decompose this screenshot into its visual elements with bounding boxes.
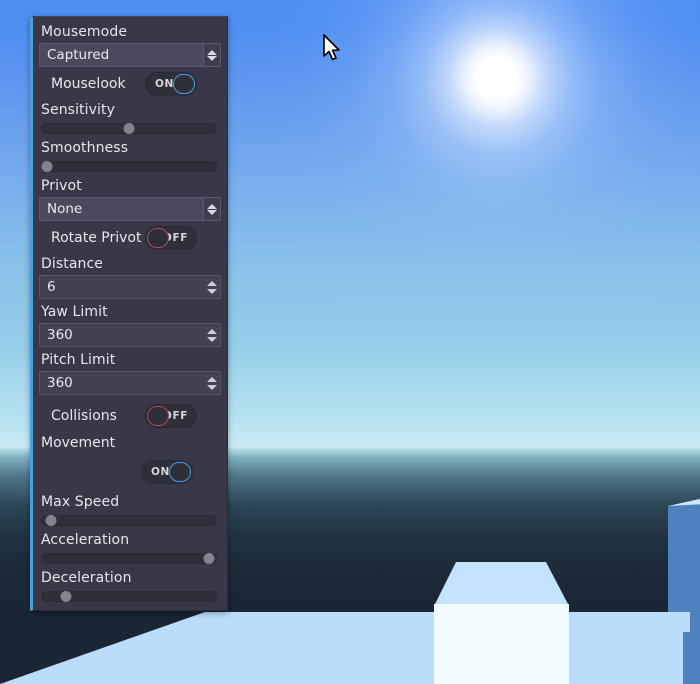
- chevron-up-icon: [207, 49, 217, 55]
- collisions-label: Collisions: [51, 408, 117, 424]
- chevron-up-icon[interactable]: [206, 280, 217, 286]
- collisions-toggle[interactable]: OFF: [145, 404, 197, 428]
- pitch-limit-row: Pitch Limit 360: [37, 349, 221, 395]
- yaw-limit-value[interactable]: 360: [40, 324, 203, 346]
- pitch-limit-value[interactable]: 360: [40, 372, 203, 394]
- distance-row: Distance 6: [37, 253, 221, 299]
- smoothness-label: Smoothness: [41, 140, 129, 156]
- collisions-row: Collisions OFF: [37, 401, 221, 431]
- chevron-down-icon[interactable]: [206, 288, 217, 294]
- updown-arrows-icon[interactable]: [203, 324, 220, 346]
- yaw-limit-field[interactable]: 360: [39, 323, 221, 347]
- distance-label: Distance: [41, 256, 104, 272]
- pitch-limit-label: Pitch Limit: [41, 352, 116, 368]
- smoothness-row: Smoothness: [37, 137, 221, 172]
- movement-toggle[interactable]: ON: [141, 460, 193, 484]
- acceleration-label: Acceleration: [41, 532, 130, 548]
- chevron-up-icon: [207, 203, 217, 209]
- mouselook-toggle[interactable]: ON: [145, 72, 197, 96]
- mouselook-row: Mouselook ON: [37, 69, 221, 99]
- camera-settings-panel[interactable]: Mousemode Captured Mouselook ON Sensitiv…: [30, 16, 228, 611]
- updown-arrows-icon[interactable]: [203, 44, 220, 66]
- privot-label: Privot: [41, 178, 82, 194]
- sensitivity-slider[interactable]: [41, 123, 217, 134]
- slider-handle[interactable]: [123, 123, 135, 134]
- chevron-down-icon[interactable]: [206, 336, 217, 342]
- privot-dropdown[interactable]: None: [39, 197, 221, 221]
- privot-row: Privot None: [37, 175, 221, 221]
- movement-section-header: Movement: [41, 435, 116, 451]
- updown-arrows-icon[interactable]: [203, 198, 220, 220]
- mousemode-row: Mousemode Captured: [37, 21, 221, 67]
- chevron-up-icon[interactable]: [206, 328, 217, 334]
- toggle-knob: [147, 228, 169, 248]
- chevron-down-icon: [207, 209, 217, 215]
- yaw-limit-row: Yaw Limit 360: [37, 301, 221, 347]
- max-speed-row: Max Speed: [37, 491, 221, 526]
- mousemode-label: Mousemode: [41, 24, 128, 40]
- cube-front-face: [434, 604, 569, 684]
- sensitivity-row: Sensitivity: [37, 99, 221, 134]
- sensitivity-label: Sensitivity: [41, 102, 115, 118]
- pitch-limit-field[interactable]: 360: [39, 371, 221, 395]
- rotate-privot-row: Rotate Privot OFF: [37, 223, 221, 253]
- cube-top-face: [434, 562, 569, 606]
- max-speed-label: Max Speed: [41, 494, 120, 510]
- distance-value[interactable]: 6: [40, 276, 203, 298]
- deceleration-label: Deceleration: [41, 570, 132, 586]
- slider-handle[interactable]: [45, 515, 57, 526]
- deceleration-slider[interactable]: [41, 591, 217, 602]
- max-speed-slider[interactable]: [41, 515, 217, 526]
- rotate-privot-label: Rotate Privot: [51, 230, 142, 246]
- chevron-down-icon: [207, 55, 217, 61]
- toggle-knob: [169, 462, 191, 482]
- toggle-knob: [173, 74, 195, 94]
- rotate-privot-toggle[interactable]: OFF: [145, 226, 197, 250]
- acceleration-slider[interactable]: [41, 553, 217, 564]
- slider-handle[interactable]: [203, 553, 215, 564]
- toggle-knob: [147, 406, 169, 426]
- slider-handle[interactable]: [41, 161, 53, 172]
- mouselook-state-text: ON: [155, 78, 174, 90]
- slider-handle[interactable]: [60, 591, 72, 602]
- chevron-down-icon[interactable]: [206, 384, 217, 390]
- chevron-up-icon[interactable]: [206, 376, 217, 382]
- movement-row: ON: [37, 453, 221, 491]
- yaw-limit-label: Yaw Limit: [41, 304, 108, 320]
- mouselook-label: Mouselook: [51, 76, 126, 92]
- smoothness-slider[interactable]: [41, 161, 217, 172]
- mousemode-value: Captured: [47, 47, 110, 63]
- distance-field[interactable]: 6: [39, 275, 221, 299]
- updown-arrows-icon[interactable]: [203, 276, 220, 298]
- privot-value: None: [47, 201, 83, 217]
- updown-arrows-icon[interactable]: [203, 372, 220, 394]
- movement-state-text: ON: [151, 466, 170, 478]
- mousemode-dropdown[interactable]: Captured: [39, 43, 221, 67]
- acceleration-row: Acceleration: [37, 529, 221, 564]
- deceleration-row: Deceleration: [37, 567, 221, 602]
